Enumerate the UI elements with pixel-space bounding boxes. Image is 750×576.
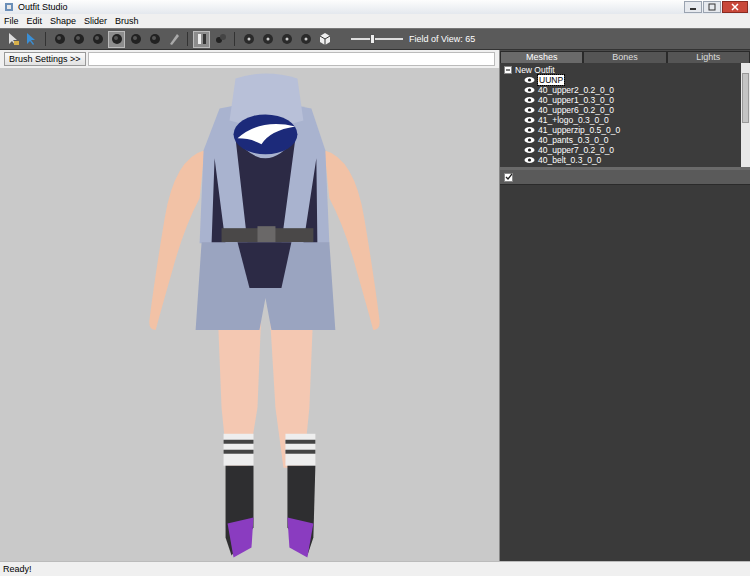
mesh-item[interactable]: 40_pants_0.3_0_0 [504,135,741,145]
link-icon [213,31,229,47]
mesh-item[interactable]: 41_+logo_0.3_0_0 [504,115,741,125]
tool-button[interactable] [4,31,21,48]
dot-icon [279,31,295,47]
minimize-button[interactable] [684,1,702,13]
tool-button[interactable] [51,31,68,48]
toolbar-separator [45,32,46,46]
mesh-item[interactable]: 40_belt_0.3_0_0 [504,155,741,165]
toolbar: Field of View: 65 [0,28,750,50]
menu-item[interactable]: Brush [115,15,139,27]
pen-icon [166,31,182,47]
eye-icon[interactable] [524,116,535,124]
status-bar: Ready! [0,561,750,576]
tool-button[interactable] [165,31,182,48]
brush-settings-bar: Brush Settings >> [0,50,499,68]
menu-item[interactable]: Edit [27,15,43,27]
panel-tabs: MeshesBonesLights [500,50,750,63]
outfit-studio-window: Outfit Studio File Edit Shape Slider Brush Fie… [0,0,750,576]
panel-tab[interactable]: Bones [583,51,666,63]
tool-button[interactable] [316,31,333,48]
mesh-item[interactable]: 41_upperzip_0.5_0_0 [504,125,741,135]
eye-icon[interactable] [524,76,535,84]
toolbar-separator [234,32,235,46]
fov-slider[interactable] [351,33,403,45]
tool-button[interactable] [212,31,229,48]
title-bar: Outfit Studio [0,0,750,14]
check-icon [505,173,512,181]
tool-button[interactable] [108,31,125,48]
maximize-icon [707,3,717,11]
eye-icon[interactable] [524,126,535,134]
menu-item[interactable]: Shape [50,15,76,27]
cube-icon [317,31,333,47]
brush-icon [147,31,163,47]
panel-tab[interactable]: Meshes [500,51,583,63]
mesh-item[interactable]: UUNP [504,75,741,85]
tool-button[interactable] [259,31,276,48]
scrollbar[interactable] [741,63,750,167]
eye-icon[interactable] [524,146,535,154]
fov-label: Field of View: 65 [409,34,475,44]
panel-tab[interactable]: Lights [667,51,750,63]
brush-icon [52,31,68,47]
tool-button[interactable] [240,31,257,48]
brush-settings-button[interactable]: Brush Settings >> [4,52,86,66]
menu-item[interactable]: Slider [84,15,107,27]
tool-button[interactable] [278,31,295,48]
tree-root[interactable]: New Outfit [504,65,741,75]
mesh-item[interactable]: 40_upper2_0.2_0_0 [504,85,741,95]
tool-button[interactable] [23,31,40,48]
eye-icon[interactable] [524,96,535,104]
transform-icon [24,31,40,47]
outfit-model-render [0,68,499,561]
app-icon [4,2,14,12]
eye-icon[interactable] [524,86,535,94]
brush-icon [109,31,124,47]
close-icon [729,3,741,11]
mesh-item[interactable]: 40_upper6_0.2_0_0 [504,105,741,115]
slider-panel [500,170,750,561]
mesh-item[interactable]: 40_upper1_0.3_0_0 [504,95,741,105]
menu-bar: File Edit Shape Slider Brush [0,14,750,28]
menu-item[interactable]: File [4,15,19,27]
tool-button[interactable] [127,31,144,48]
3d-viewport[interactable] [0,68,499,561]
eye-icon[interactable] [524,106,535,114]
fov-thumb[interactable] [370,34,375,44]
brush-icon [90,31,106,47]
eye-icon[interactable] [524,136,535,144]
mesh-item[interactable]: 40_upper7_0.2_0_0 [504,145,741,155]
slider-checkbox[interactable] [504,173,513,182]
scrollbar-thumb[interactable] [742,73,749,123]
eye-icon[interactable] [524,156,535,164]
mirror-icon [194,31,209,47]
collapse-icon [504,66,512,74]
tool-button[interactable] [89,31,106,48]
window-title: Outfit Studio [18,1,68,13]
logo-emblem [234,114,298,154]
status-text: Ready! [3,564,32,574]
toolbar-separator [187,32,188,46]
minimize-icon [688,3,698,11]
dot-icon [241,31,257,47]
expander-icon[interactable] [504,66,512,74]
tool-button[interactable] [146,31,163,48]
mesh-tree: New OutfitUUNP40_upper2_0.2_0_040_upper1… [500,63,750,170]
maximize-button[interactable] [703,1,721,13]
dot-icon [260,31,276,47]
select-icon [5,31,21,47]
brush-icon [128,31,144,47]
brush-icon [71,31,87,47]
fov-track [351,38,403,40]
tool-button[interactable] [193,31,210,48]
close-button[interactable] [722,1,748,13]
dot-icon [298,31,314,47]
tool-button[interactable] [297,31,314,48]
tool-button[interactable] [70,31,87,48]
